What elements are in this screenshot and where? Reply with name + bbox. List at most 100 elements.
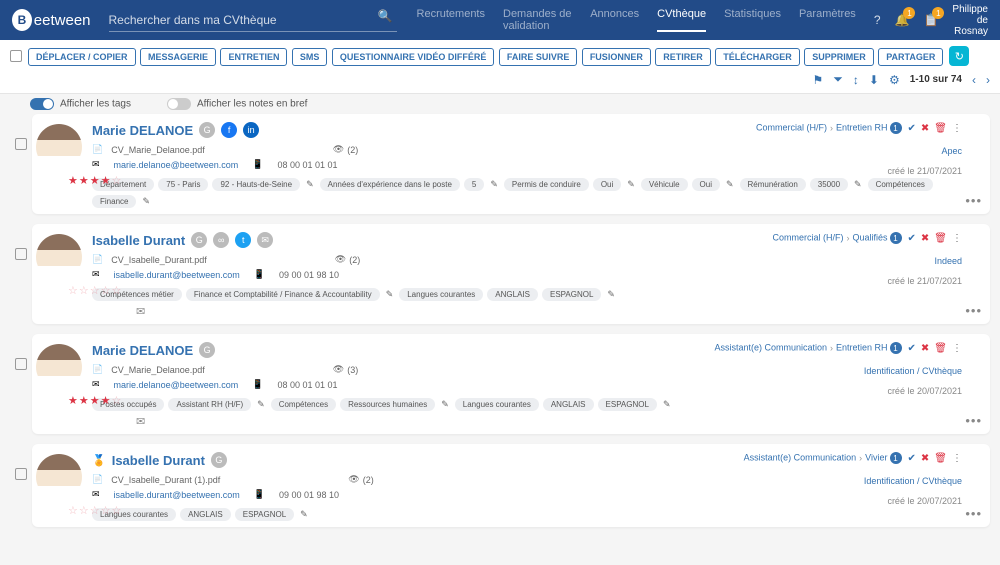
stage-link[interactable]: Entretien RH	[836, 123, 888, 133]
source[interactable]: Indeed	[773, 256, 963, 266]
edit-tags-icon[interactable]: ✎	[605, 289, 617, 300]
cv-filename[interactable]: CV_Marie_Delanoe.pdf	[111, 145, 205, 155]
edit-tags-icon[interactable]: ✎	[384, 289, 396, 300]
cv-filename[interactable]: CV_Marie_Delanoe.pdf	[111, 365, 205, 375]
action-t-l-charger[interactable]: TÉLÉCHARGER	[715, 48, 800, 66]
edit-tags-icon[interactable]: ✎	[852, 179, 864, 190]
stage-link[interactable]: Vivier	[865, 453, 887, 463]
rating-stars[interactable]: ☆☆☆☆☆	[68, 504, 122, 517]
download-icon[interactable]: ⬇	[869, 73, 879, 87]
stage-link[interactable]: Qualifiés	[853, 233, 888, 243]
action-d-placer-copier[interactable]: DÉPLACER / COPIER	[28, 48, 136, 66]
rating-stars[interactable]: ☆☆☆☆☆	[68, 284, 122, 297]
source[interactable]: Apec	[756, 146, 962, 156]
rating-stars[interactable]: ★★★★☆	[68, 174, 122, 187]
reject-icon[interactable]: ✖	[921, 123, 929, 134]
email[interactable]: isabelle.durant@beetween.com	[114, 270, 240, 280]
prev-page[interactable]: ‹	[972, 73, 976, 87]
envelope-icon[interactable]: ✉	[136, 305, 980, 318]
source[interactable]: Identification / CVthèque	[714, 366, 962, 376]
action-sms[interactable]: SMS	[292, 48, 328, 66]
social-tw-icon[interactable]: t	[235, 232, 251, 248]
card-menu[interactable]: •••	[965, 413, 982, 428]
delete-icon[interactable]: 🗑	[934, 453, 947, 464]
reject-icon[interactable]: ✖	[921, 343, 929, 354]
search-input[interactable]	[109, 9, 397, 32]
social-g-icon[interactable]: G	[199, 342, 215, 358]
action-supprimer[interactable]: SUPPRIMER	[804, 48, 874, 66]
edit-tags-icon[interactable]: ✎	[255, 399, 267, 410]
next-page[interactable]: ›	[986, 73, 990, 87]
cv-filename[interactable]: CV_Isabelle_Durant.pdf	[111, 255, 207, 265]
filter-icon[interactable]: ⏷	[833, 72, 843, 87]
toggle-tags[interactable]	[30, 98, 54, 110]
edit-tags-icon[interactable]: ✎	[439, 399, 451, 410]
social-g3-icon[interactable]: ✉	[257, 232, 273, 248]
row-checkbox[interactable]	[15, 358, 27, 370]
delete-icon[interactable]: 🗑	[934, 343, 947, 354]
help-icon[interactable]: ?	[874, 13, 881, 27]
sort-icon[interactable]: ↕	[853, 73, 859, 87]
action-messagerie[interactable]: MESSAGERIE	[140, 48, 216, 66]
source[interactable]: Identification / CVthèque	[744, 476, 962, 486]
select-all-checkbox[interactable]	[10, 50, 22, 62]
bookmark-icon[interactable]: ⚑	[813, 73, 824, 87]
pipeline-link[interactable]: Assistant(e) Communication	[714, 343, 827, 353]
task-icon[interactable]: 📋1	[923, 13, 938, 27]
approve-icon[interactable]: ✔	[908, 123, 916, 134]
social-g2-icon[interactable]: ∞	[213, 232, 229, 248]
approve-icon[interactable]: ✔	[908, 343, 916, 354]
edit-tags-icon[interactable]: ✎	[625, 179, 637, 190]
card-menu[interactable]: •••	[965, 193, 982, 208]
delete-icon[interactable]: 🗑	[934, 233, 947, 244]
edit-tags-icon[interactable]: ✎	[724, 179, 736, 190]
edit-tags-icon[interactable]: ✎	[298, 509, 310, 520]
gear-icon[interactable]: ⚙	[889, 73, 900, 87]
delete-icon[interactable]: 🗑	[934, 123, 947, 134]
candidate-name[interactable]: Marie DELANOE	[92, 123, 193, 138]
email[interactable]: isabelle.durant@beetween.com	[114, 490, 240, 500]
more-icon[interactable]: ⋮	[952, 343, 962, 354]
nav-statistiques[interactable]: Statistiques	[724, 8, 781, 32]
email[interactable]: marie.delanoe@beetween.com	[114, 160, 239, 170]
row-checkbox[interactable]	[15, 468, 27, 480]
reject-icon[interactable]: ✖	[921, 233, 929, 244]
edit-tags-icon[interactable]: ✎	[661, 399, 673, 410]
row-checkbox[interactable]	[15, 248, 27, 260]
candidate-name[interactable]: Isabelle Durant	[112, 453, 205, 468]
email[interactable]: marie.delanoe@beetween.com	[114, 380, 239, 390]
refresh-button[interactable]: ↻	[949, 46, 969, 66]
bell-icon[interactable]: 🔔1	[895, 13, 910, 27]
social-g-icon[interactable]: G	[199, 122, 215, 138]
card-menu[interactable]: •••	[965, 303, 982, 318]
edit-tags-icon[interactable]: ✎	[304, 179, 316, 190]
action-questionnaire-vid-o-diff-r-[interactable]: QUESTIONNAIRE VIDÉO DIFFÉRÉ	[332, 48, 495, 66]
nav-paramètres[interactable]: Paramètres	[799, 8, 856, 32]
stage-link[interactable]: Entretien RH	[836, 343, 888, 353]
social-g-icon[interactable]: G	[191, 232, 207, 248]
approve-icon[interactable]: ✔	[908, 233, 916, 244]
action-faire-suivre[interactable]: FAIRE SUIVRE	[499, 48, 578, 66]
action-entretien[interactable]: ENTRETIEN	[220, 48, 287, 66]
action-retirer[interactable]: RETIRER	[655, 48, 711, 66]
action-partager[interactable]: PARTAGER	[878, 48, 943, 66]
more-icon[interactable]: ⋮	[952, 453, 962, 464]
candidate-name[interactable]: Isabelle Durant	[92, 233, 185, 248]
action-fusionner[interactable]: FUSIONNER	[582, 48, 651, 66]
cv-filename[interactable]: CV_Isabelle_Durant (1).pdf	[111, 475, 220, 485]
nav-recrutements[interactable]: Recrutements	[417, 8, 485, 32]
nav-cvthèque[interactable]: CVthèque	[657, 8, 706, 32]
approve-icon[interactable]: ✔	[908, 453, 916, 464]
social-fb-icon[interactable]: f	[221, 122, 237, 138]
toggle-notes[interactable]	[167, 98, 191, 110]
social-g-icon[interactable]: G	[211, 452, 227, 468]
candidate-name[interactable]: Marie DELANOE	[92, 343, 193, 358]
current-user[interactable]: Philippe de Rosnay	[952, 4, 988, 37]
pipeline-link[interactable]: Commercial (H/F)	[773, 233, 844, 243]
pipeline-link[interactable]: Commercial (H/F)	[756, 123, 827, 133]
edit-tags-icon[interactable]: ✎	[140, 196, 152, 207]
rating-stars[interactable]: ★★★★☆	[68, 394, 122, 407]
row-checkbox[interactable]	[15, 138, 27, 150]
social-li-icon[interactable]: in	[243, 122, 259, 138]
more-icon[interactable]: ⋮	[952, 233, 962, 244]
